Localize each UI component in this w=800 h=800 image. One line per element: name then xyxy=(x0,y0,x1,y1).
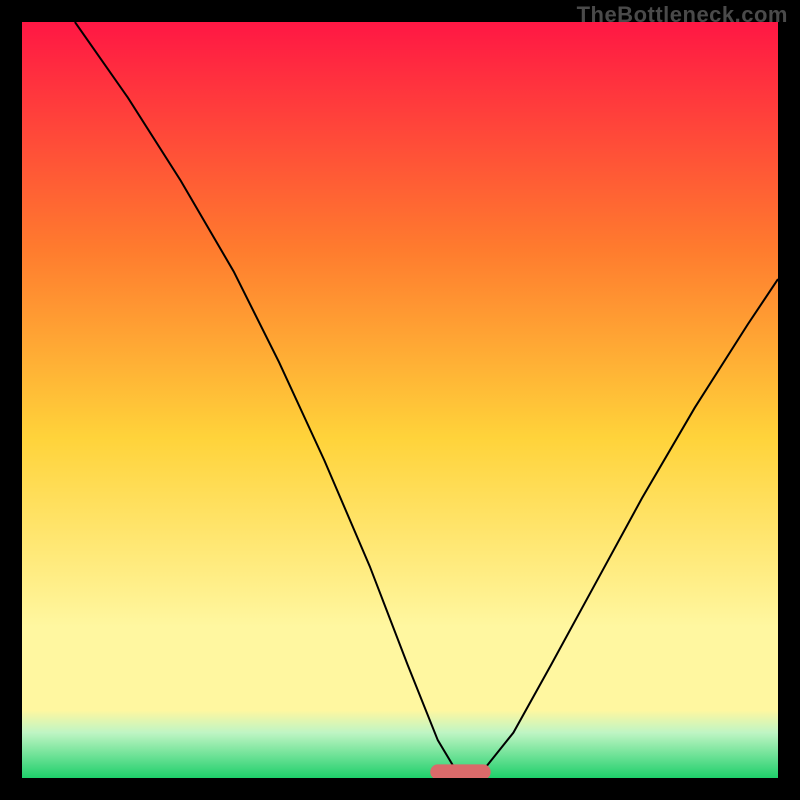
gradient-background xyxy=(22,22,778,778)
watermark-text: TheBottleneck.com xyxy=(577,2,788,28)
optimum-marker xyxy=(430,764,490,778)
chart-frame: TheBottleneck.com xyxy=(0,0,800,800)
bottleneck-chart xyxy=(22,22,778,778)
